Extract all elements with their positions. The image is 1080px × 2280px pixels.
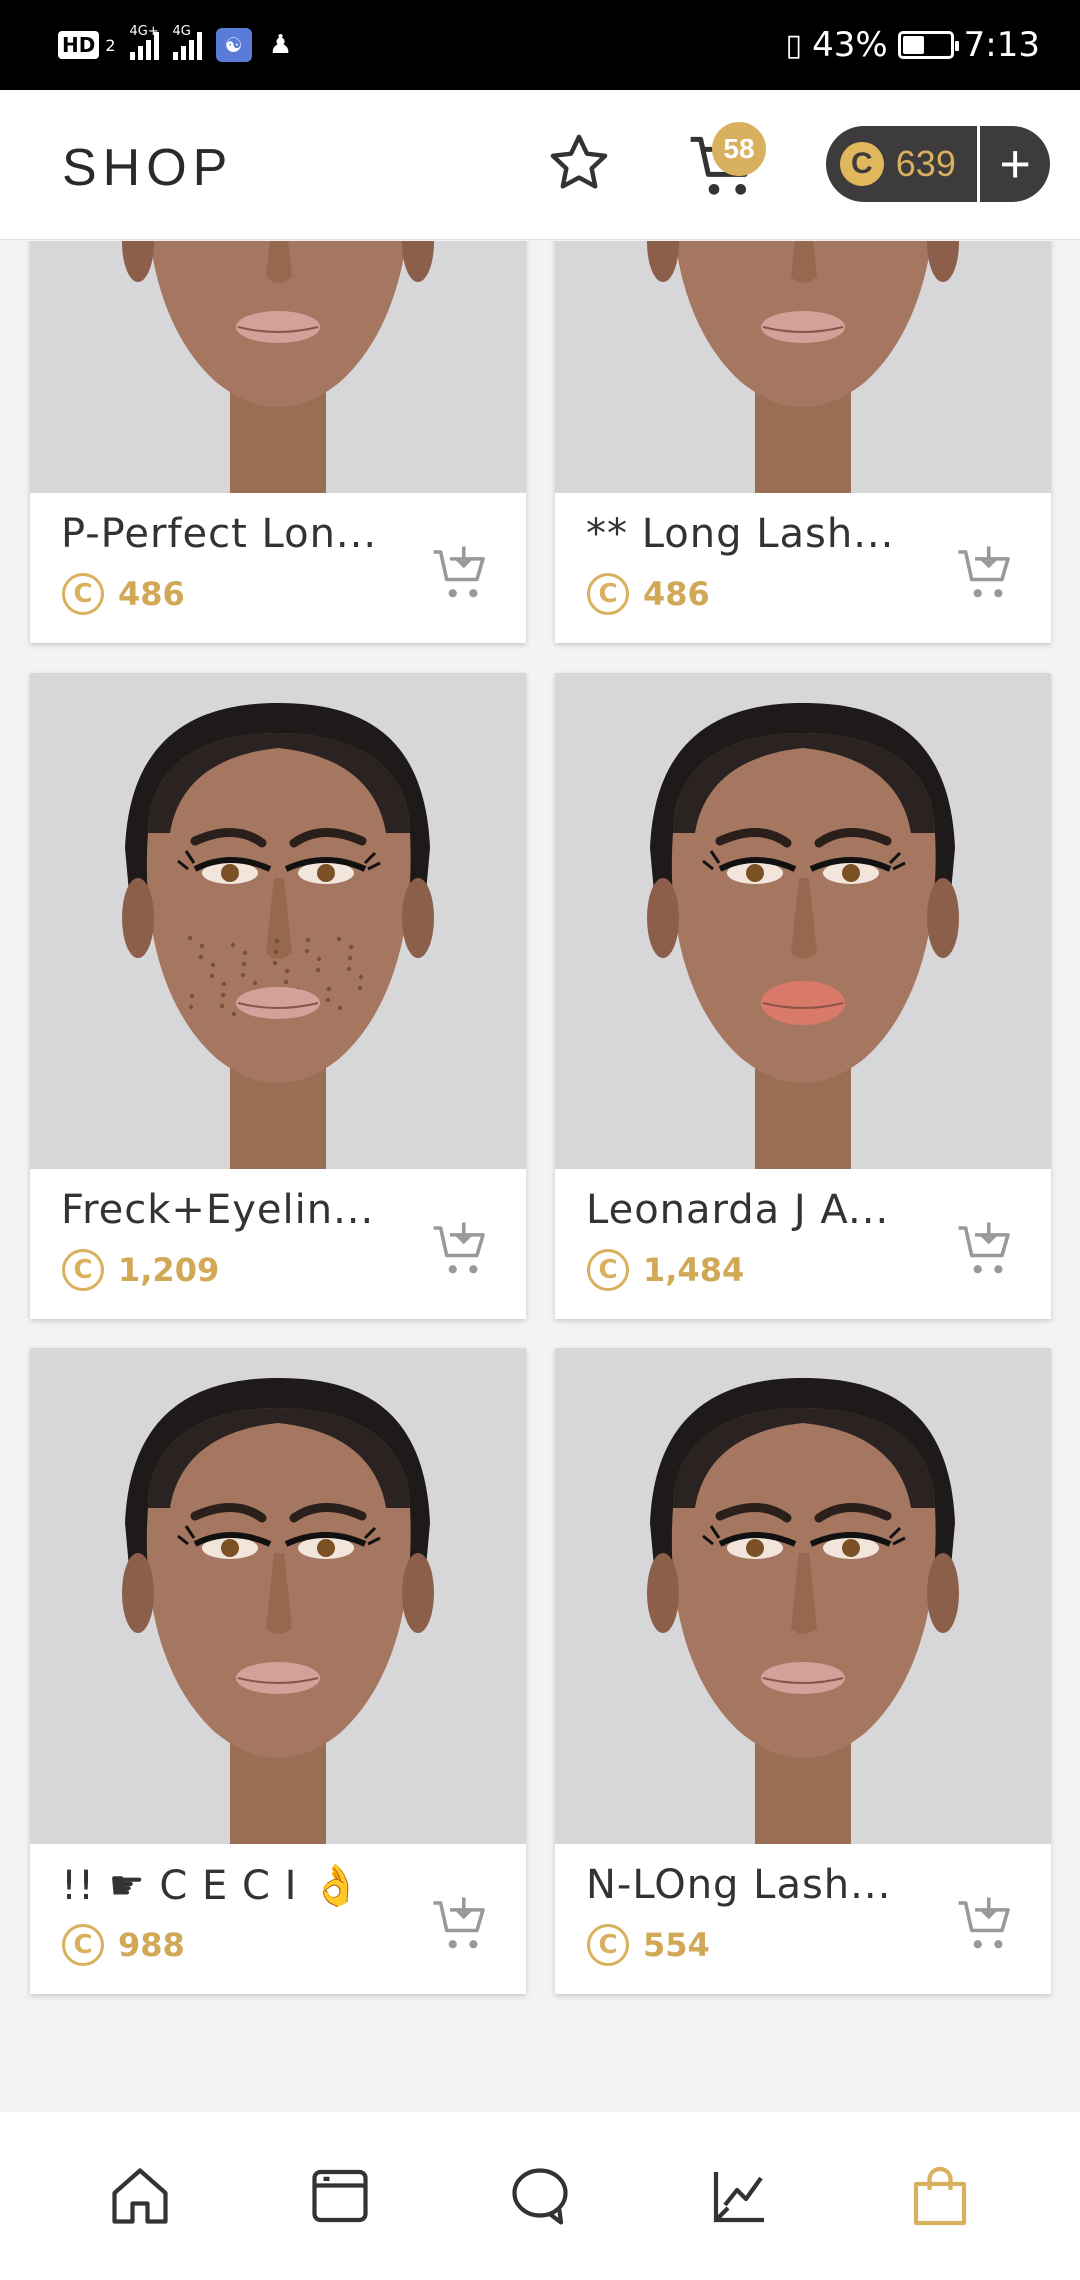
product-info: Leonarda J A... C 1,484 [555, 1169, 1051, 1319]
coin-balance-pill[interactable]: C 639 + [826, 126, 1050, 202]
product-info: Freck+Eyelin... C 1,209 [30, 1169, 526, 1319]
product-price: C 486 [587, 573, 710, 615]
coin-icon: C [587, 1249, 629, 1291]
activity-icon[interactable] [700, 2156, 780, 2236]
feed-icon[interactable] [300, 2156, 380, 2236]
price-value: 486 [118, 575, 185, 613]
product-price: C 1,484 [587, 1249, 744, 1291]
price-value: 554 [643, 1926, 710, 1964]
product-image[interactable] [555, 241, 1051, 493]
product-card[interactable]: Leonarda J A... C 1,484 [555, 673, 1051, 1319]
battery-percent: 43% [812, 25, 888, 65]
add-coins-button[interactable]: + [980, 126, 1050, 202]
coin-icon: C [587, 1924, 629, 1966]
price-value: 988 [118, 1926, 185, 1964]
price-value: 1,484 [643, 1251, 745, 1289]
coin-icon: C [62, 1924, 104, 1966]
product-card[interactable]: !! ☛ C E C I 👌 C 988 [30, 1348, 526, 1994]
product-name: Leonarda J A... [586, 1187, 890, 1233]
hd-sim-number: 2 [105, 35, 116, 55]
avatar-face-image [30, 1348, 526, 1844]
product-card[interactable]: Freck+Eyelin... C 1,209 [30, 673, 526, 1319]
product-name: P-Perfect Lon... [61, 511, 378, 557]
product-image[interactable] [30, 241, 526, 493]
chat-icon[interactable] [500, 2156, 580, 2236]
price-value: 1,209 [118, 1251, 220, 1289]
avatar-face-image [30, 241, 526, 493]
product-info: ** Long Lash... C 486 [555, 493, 1051, 643]
vibrate-icon: ▯ [785, 27, 803, 63]
product-name: !! ☛ C E C I 👌 [61, 1863, 362, 1909]
product-price: C 988 [62, 1924, 185, 1966]
product-card[interactable]: N-LOng Lash... C 554 [555, 1348, 1051, 1994]
product-card[interactable]: P-Perfect Lon... C 486 [30, 241, 526, 643]
add-to-cart-icon[interactable] [428, 541, 494, 607]
add-to-cart-icon[interactable] [428, 1892, 494, 1958]
product-price: C 1,209 [62, 1249, 219, 1291]
avatar-face-image [30, 673, 526, 1169]
clock: 7:13 [963, 25, 1040, 65]
status-bar: HD 2 4G+ 4G ☯ ♟ ▯ 43% 7:13 [0, 0, 1080, 90]
coin-icon: C [840, 142, 884, 186]
add-to-cart-icon[interactable] [953, 541, 1019, 607]
bottom-tab-bar [0, 2112, 1080, 2280]
coin-icon: C [587, 573, 629, 615]
product-price: C 554 [587, 1924, 710, 1966]
product-image[interactable] [555, 673, 1051, 1169]
page-title: SHOP [62, 139, 234, 197]
avatar-face-image [555, 1348, 1051, 1844]
product-name: ** Long Lash... [586, 511, 895, 557]
coin-icon: C [62, 573, 104, 615]
product-image[interactable] [555, 1348, 1051, 1844]
product-image[interactable] [30, 1348, 526, 1844]
home-icon[interactable] [100, 2156, 180, 2236]
product-price: C 486 [62, 573, 185, 615]
battery-icon [897, 31, 959, 59]
product-name: Freck+Eyelin... [61, 1187, 375, 1233]
avatar-face-image [555, 673, 1051, 1169]
product-info: !! ☛ C E C I 👌 C 988 [30, 1844, 526, 1994]
coin-balance: 639 [895, 143, 956, 184]
product-info: N-LOng Lash... C 554 [555, 1844, 1051, 1994]
add-to-cart-icon[interactable] [428, 1217, 494, 1283]
avatar-face-image [555, 241, 1051, 493]
coin-icon: C [62, 1249, 104, 1291]
product-name: N-LOng Lash... [586, 1862, 892, 1908]
add-to-cart-icon[interactable] [953, 1892, 1019, 1958]
add-to-cart-icon[interactable] [953, 1217, 1019, 1283]
shop-icon[interactable] [900, 2156, 980, 2236]
hd-voice-icon: HD [58, 31, 100, 59]
signal-icon-1: 4G+ [129, 24, 159, 60]
cart-count-badge: 58 [712, 122, 766, 176]
ghost-notification-icon: ♟ [268, 30, 293, 60]
product-image[interactable] [30, 673, 526, 1169]
shop-header: SHOP 58 C 639 + [0, 90, 1080, 240]
product-grid: P-Perfect Lon... C 486 ** Long Lash... C… [0, 241, 1080, 2111]
favorites-star-icon[interactable] [546, 130, 612, 196]
product-card[interactable]: ** Long Lash... C 486 [555, 241, 1051, 643]
signal-icon-2: 4G [172, 24, 202, 60]
app-notification-icon: ☯ [215, 28, 252, 62]
product-info: P-Perfect Lon... C 486 [30, 493, 526, 643]
price-value: 486 [643, 575, 710, 613]
